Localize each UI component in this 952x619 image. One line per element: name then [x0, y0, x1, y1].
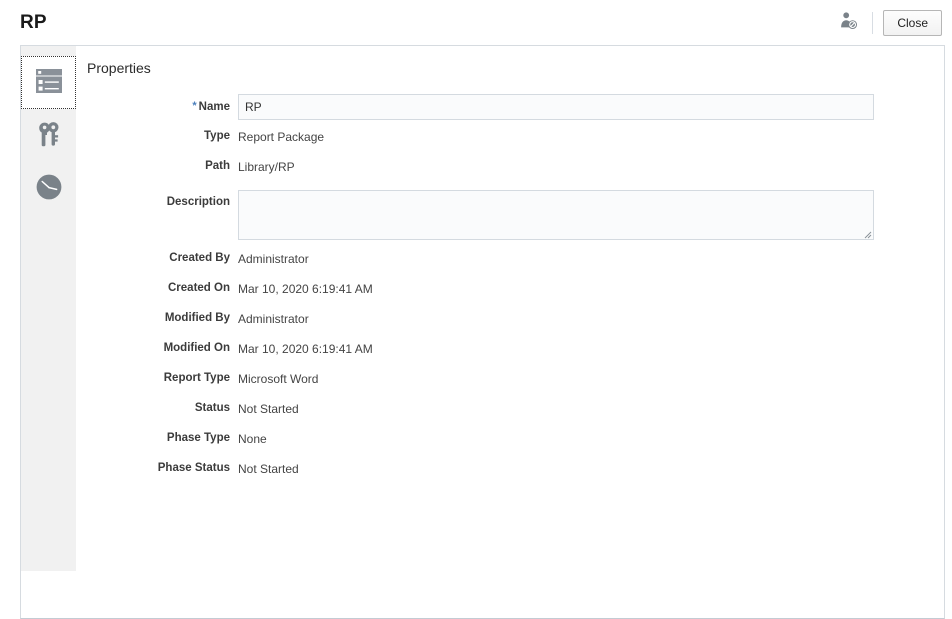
sidebar-rail: [21, 46, 76, 571]
field-row-modified-by: Modified By Administrator: [87, 312, 944, 342]
field-label-created-on: Created On: [168, 282, 230, 294]
field-value-phase-type: None: [238, 432, 267, 446]
field-label-name: * Name: [87, 94, 238, 130]
section-title: Properties: [87, 60, 151, 76]
field-label-phase-status: Phase Status: [157, 462, 230, 474]
field-value-name: [238, 94, 944, 130]
field-label-type: Type: [204, 130, 230, 142]
field-row-name: * Name: [87, 94, 944, 130]
header-actions: Close: [834, 0, 952, 45]
field-label-status: Status: [194, 402, 230, 414]
field-row-phase-status: Phase Status Not Started: [87, 462, 944, 492]
person-badge-icon: [839, 11, 859, 34]
field-row-report-type: Report Type Microsoft Word: [87, 372, 944, 402]
page-title: RP: [20, 12, 47, 33]
properties-list-icon: [35, 68, 63, 97]
field-value-status: Not Started: [238, 402, 299, 416]
clock-icon: [34, 172, 64, 205]
field-value-description: [238, 190, 944, 252]
sidebar-item-history[interactable]: [21, 162, 76, 215]
field-row-description: Description: [87, 190, 944, 252]
field-row-created-by: Created By Administrator: [87, 252, 944, 282]
field-row-path: Path Library/RP: [87, 160, 944, 190]
app-header: RP Close: [0, 0, 952, 45]
field-row-type: Type Report Package: [87, 130, 944, 160]
sidebar-item-access[interactable]: [21, 109, 76, 162]
label-text-name: Name: [198, 101, 230, 113]
field-row-status: Status Not Started: [87, 402, 944, 432]
properties-panel: Properties *Name Type Report Package Pat…: [20, 45, 945, 619]
field-value-modified-on: Mar 10, 2020 6:19:41 AM: [238, 342, 373, 356]
name-input[interactable]: [238, 94, 874, 120]
field-value-phase-status: Not Started: [238, 462, 299, 476]
properties-content: Properties *Name Type Report Package Pat…: [76, 46, 944, 618]
description-textarea[interactable]: [238, 190, 874, 240]
field-label-modified-on: Modified On: [163, 342, 230, 354]
field-label-description: Description: [166, 196, 230, 208]
field-value-type: Report Package: [238, 130, 325, 144]
field-row-created-on: Created On Mar 10, 2020 6:19:41 AM: [87, 282, 944, 312]
field-row-phase-type: Phase Type None: [87, 432, 944, 462]
field-value-created-on: Mar 10, 2020 6:19:41 AM: [238, 282, 373, 296]
properties-form: *Name Type Report Package Path Library/R…: [87, 94, 944, 492]
field-label-phase-type: Phase Type: [166, 432, 230, 444]
field-label-path: Path: [205, 160, 230, 172]
description-wrapper: [238, 190, 874, 240]
field-value-report-type: Microsoft Word: [238, 372, 319, 386]
required-marker: *: [192, 100, 197, 112]
field-row-modified-on: Modified On Mar 10, 2020 6:19:41 AM: [87, 342, 944, 372]
header-divider: [872, 11, 874, 34]
sidebar-item-properties[interactable]: [21, 56, 76, 109]
field-value-path: Library/RP: [238, 160, 295, 174]
keys-icon: [34, 119, 64, 152]
field-value-modified-by: Administrator: [238, 312, 309, 326]
close-button[interactable]: Close: [883, 9, 942, 36]
field-label-modified-by: Modified By: [164, 312, 230, 324]
field-label-created-by: Created By: [169, 252, 230, 264]
field-value-created-by: Administrator: [238, 252, 309, 266]
field-label-report-type: Report Type: [163, 372, 230, 384]
assign-users-button[interactable]: [834, 8, 864, 38]
